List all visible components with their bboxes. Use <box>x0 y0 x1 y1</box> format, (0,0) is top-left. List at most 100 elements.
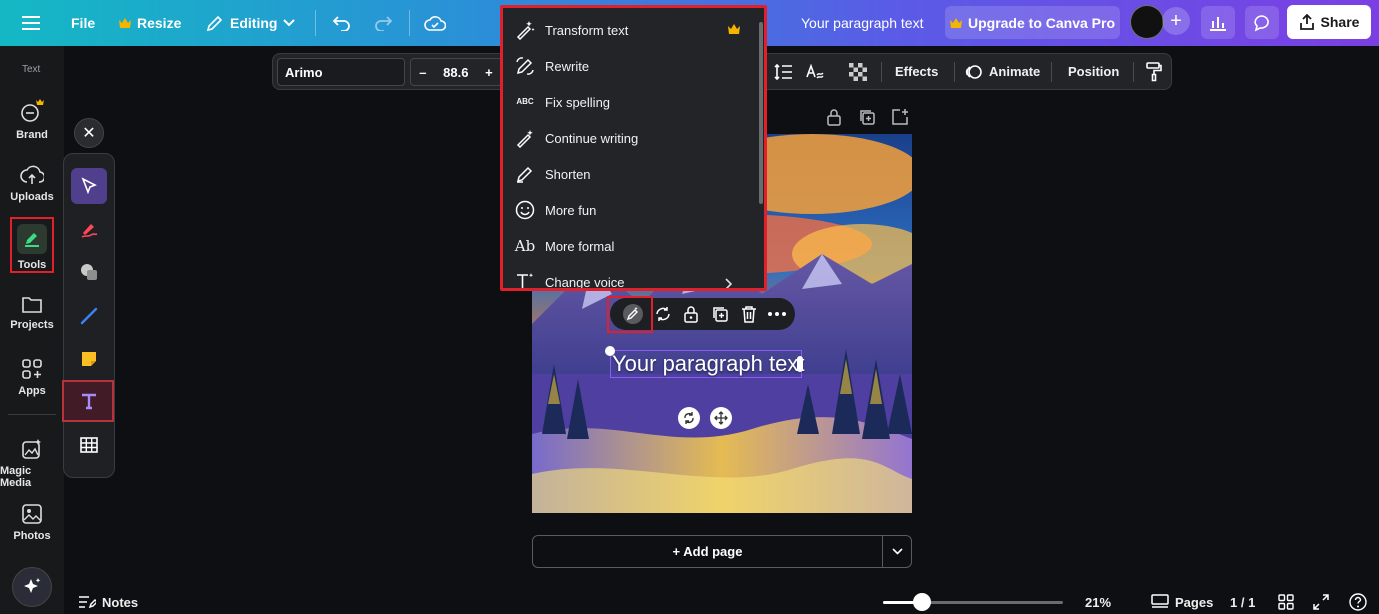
spellcheck-icon: ABC <box>515 92 535 112</box>
shapes-tool-button[interactable] <box>71 254 107 290</box>
analytics-button[interactable] <box>1201 6 1235 39</box>
sidebar-section-label: Text <box>22 64 41 75</box>
resize-handle[interactable] <box>797 356 803 372</box>
menu-item-shorten[interactable]: Shorten <box>515 156 755 192</box>
selection-handle[interactable] <box>605 346 615 356</box>
position-button[interactable]: Position <box>1068 54 1119 89</box>
add-page-button[interactable]: + Add page <box>533 536 882 567</box>
cloud-check-icon <box>424 16 446 31</box>
font-size-value[interactable]: 88.6 <box>443 65 468 80</box>
paragraph-text-element[interactable]: Your paragraph text <box>610 350 804 378</box>
upload-cloud-icon <box>20 165 44 184</box>
magic-assistant-button[interactable] <box>12 567 52 607</box>
divider <box>954 62 955 82</box>
lock-element-button[interactable] <box>680 304 702 324</box>
menu-button[interactable] <box>22 0 40 46</box>
notes-button[interactable]: Notes <box>78 590 138 614</box>
sidebar-item-brand[interactable]: Brand <box>0 98 64 141</box>
sticky-note-icon <box>82 352 96 366</box>
editing-label: Editing <box>230 15 278 31</box>
lock-icon[interactable] <box>826 108 842 126</box>
chevron-right-icon <box>725 278 733 288</box>
sidebar-item-photos[interactable]: Photos <box>0 503 64 542</box>
close-tools-button[interactable]: ✕ <box>74 118 104 148</box>
menu-item-fix-spelling[interactable]: ABC Fix spelling <box>515 84 755 120</box>
sidebar-item-magic-media[interactable]: Magic Media <box>0 438 64 489</box>
menu-item-label: Continue writing <box>545 130 639 146</box>
rotate-handle[interactable] <box>678 407 700 429</box>
sidebar-item-uploads[interactable]: Uploads <box>0 164 64 203</box>
menu-item-rewrite[interactable]: Rewrite <box>515 48 755 84</box>
menu-item-transform-text[interactable]: Transform text <box>515 12 755 48</box>
copy-style-button[interactable] <box>1145 54 1163 89</box>
cloud-save-button[interactable] <box>424 0 446 46</box>
sticky-note-tool-button[interactable] <box>71 341 107 377</box>
line-spacing-icon <box>774 63 792 80</box>
line-tool-button[interactable] <box>71 298 107 334</box>
share-upload-icon <box>1299 14 1314 30</box>
text-styles-button[interactable] <box>805 54 825 89</box>
undo-button[interactable] <box>332 0 352 46</box>
comments-button[interactable] <box>1245 6 1279 39</box>
text-tool-button[interactable] <box>71 383 107 419</box>
grid-view-button[interactable] <box>1278 590 1294 614</box>
menu-item-change-voice[interactable]: Change voice <box>515 264 755 288</box>
help-button[interactable] <box>1349 590 1367 614</box>
undo-icon <box>332 16 350 31</box>
menu-item-more-formal[interactable]: Ab More formal <box>515 228 755 264</box>
document-title[interactable]: Your paragraph text <box>801 0 923 46</box>
animate-button[interactable]: Animate <box>965 54 1040 89</box>
invite-plus-button[interactable]: + <box>1162 7 1190 35</box>
bar-chart-icon <box>1210 16 1226 31</box>
zoom-level[interactable]: 21% <box>1085 590 1111 614</box>
move-handle[interactable] <box>710 407 732 429</box>
effects-button[interactable]: Effects <box>895 54 938 89</box>
editing-mode-button[interactable]: Editing <box>206 0 296 46</box>
duplicate-element-button[interactable] <box>709 304 731 324</box>
menu-item-label: Shorten <box>545 166 591 182</box>
table-tool-button[interactable] <box>71 427 107 463</box>
magic-wand-icon <box>516 21 535 40</box>
add-page-options-button[interactable] <box>883 536 912 567</box>
menu-item-continue-writing[interactable]: Continue writing <box>515 120 755 156</box>
pages-icon <box>1151 594 1169 608</box>
sidebar-item-apps[interactable]: Apps <box>0 358 64 397</box>
divider <box>409 10 410 36</box>
notes-label: Notes <box>102 594 139 610</box>
page-tools <box>826 108 911 128</box>
duplicate-page-icon[interactable] <box>858 108 876 126</box>
avatar[interactable] <box>1130 5 1164 39</box>
grid-view-icon <box>1278 594 1294 610</box>
animate-circles-icon <box>965 64 982 79</box>
fullscreen-button[interactable] <box>1313 590 1329 614</box>
draw-tool-button[interactable] <box>71 212 107 248</box>
add-page-icon[interactable] <box>891 108 909 126</box>
help-question-icon <box>1349 593 1367 611</box>
sidebar-divider <box>8 414 56 415</box>
resize-button[interactable]: Resize <box>119 0 181 46</box>
change-voice-icon <box>517 273 534 288</box>
sidebar-item-projects[interactable]: Projects <box>0 294 64 331</box>
file-menu[interactable]: File <box>71 0 95 46</box>
menu-scrollbar[interactable] <box>759 22 763 204</box>
upgrade-button[interactable]: Upgrade to Canva Pro <box>945 6 1120 39</box>
formal-ab-icon: Ab <box>514 237 536 255</box>
menu-item-label: More fun <box>545 202 597 218</box>
pages-button[interactable]: Pages <box>1151 590 1213 614</box>
share-button[interactable]: Share <box>1287 5 1371 39</box>
delete-element-button[interactable] <box>738 304 760 324</box>
increase-size-button[interactable]: + <box>485 65 493 80</box>
zoom-slider-thumb[interactable] <box>913 593 931 611</box>
redo-button[interactable] <box>373 0 393 46</box>
left-sidebar: Text Brand Uploads Tools Projects Apps M… <box>0 46 64 614</box>
select-tool-button[interactable] <box>71 168 107 204</box>
transparency-button[interactable] <box>849 54 867 89</box>
spacing-button[interactable] <box>774 54 794 89</box>
more-options-button[interactable] <box>766 304 788 324</box>
menu-item-more-fun[interactable]: More fun <box>515 192 755 228</box>
duplicate-icon <box>713 307 728 322</box>
decrease-size-button[interactable]: – <box>419 65 426 80</box>
replace-button[interactable] <box>652 304 674 324</box>
tools-highlight-box <box>10 217 54 273</box>
font-family-dropdown[interactable]: Arimo <box>277 58 405 86</box>
